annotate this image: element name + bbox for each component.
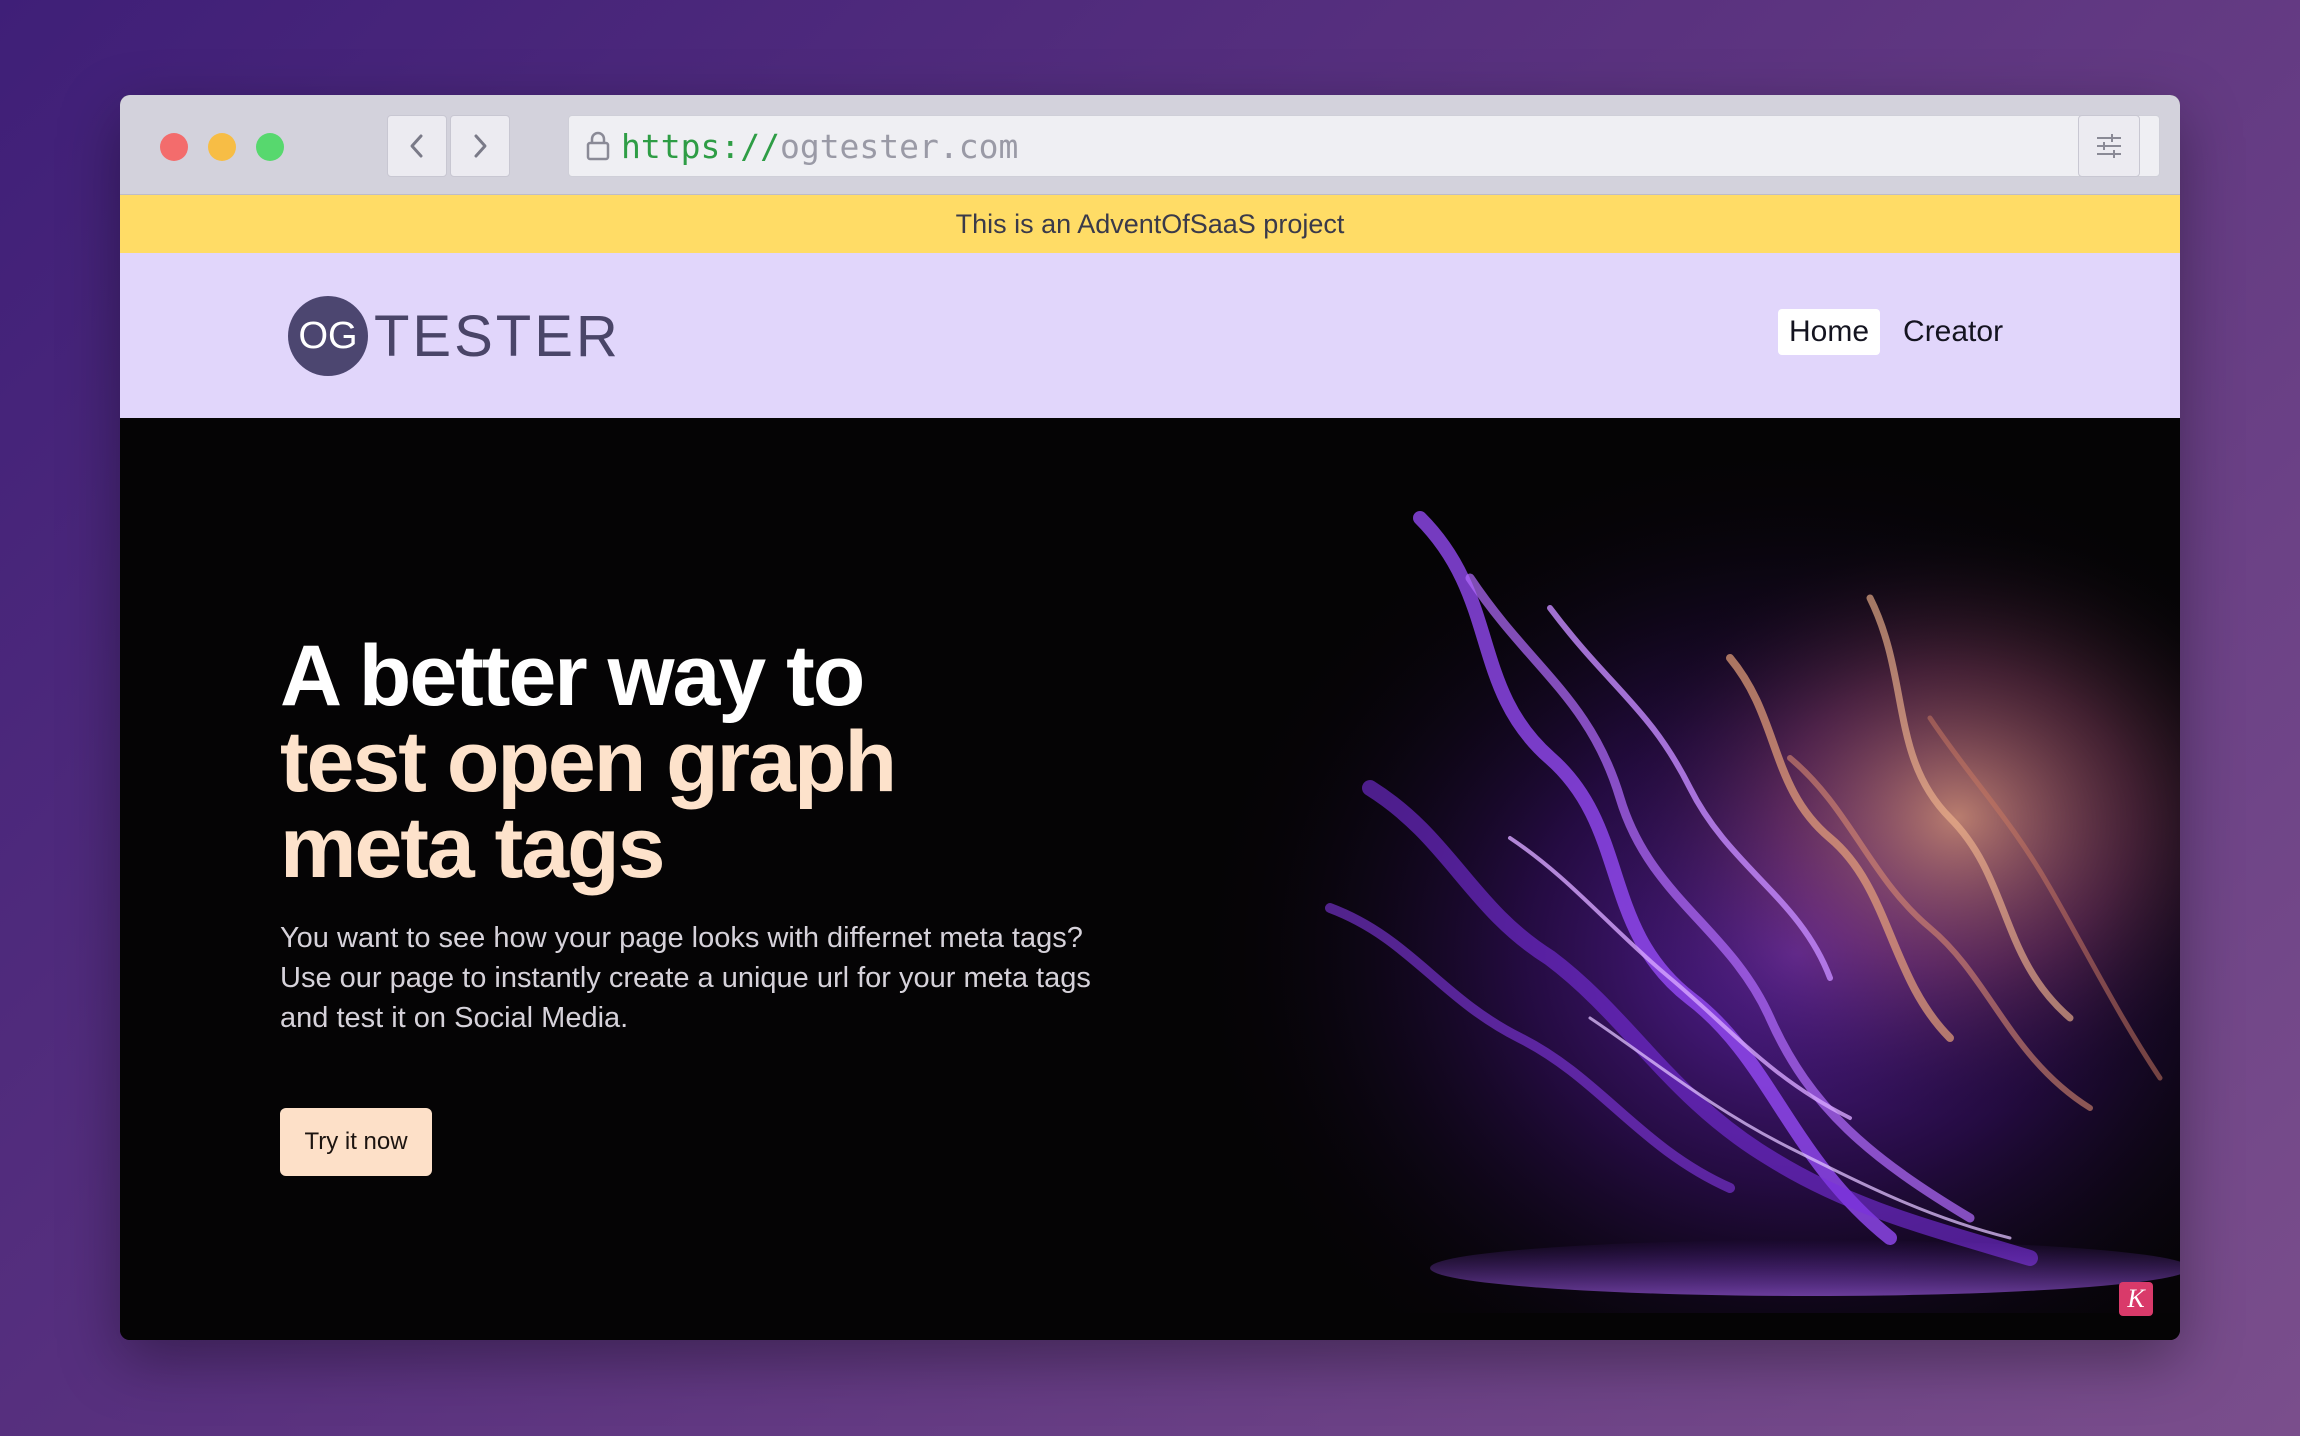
nav-item-home[interactable]: Home xyxy=(1778,309,1881,355)
url-host: ogtester.com xyxy=(779,126,1019,166)
hero-title-line-3: meta tags xyxy=(280,800,666,896)
hero-title-line-2: test open graph xyxy=(280,714,897,810)
logo-mark: OG xyxy=(288,296,368,376)
settings-button[interactable] xyxy=(2078,115,2140,177)
maximize-window-button[interactable] xyxy=(256,133,284,161)
forward-button[interactable] xyxy=(450,115,510,177)
hero-section: A better way to test open graph meta tag… xyxy=(120,418,2180,1340)
announcement-banner: This is an AdventOfSaaS project xyxy=(120,195,2180,253)
url-protocol: https:// xyxy=(621,126,780,166)
hero-title: A better way to test open graph meta tag… xyxy=(280,633,1180,891)
back-button[interactable] xyxy=(387,115,447,177)
chevron-left-icon xyxy=(410,134,423,158)
sliders-icon xyxy=(2097,134,2121,158)
minimize-window-button[interactable] xyxy=(208,133,236,161)
hero-title-line-1: A better way to xyxy=(280,628,865,724)
nav-item-creator[interactable]: Creator xyxy=(1892,309,2014,355)
banner-text: This is an AdventOfSaaS project xyxy=(955,208,1345,239)
hero-description-line-1: You want to see how your page looks with… xyxy=(280,922,1083,954)
close-window-button[interactable] xyxy=(160,133,188,161)
browser-toolbar: https:// ogtester.com xyxy=(120,95,2180,195)
logo-text: TESTER xyxy=(374,303,621,369)
chevron-right-icon xyxy=(474,134,487,158)
try-it-now-button[interactable]: Try it now xyxy=(280,1108,432,1176)
browser-window: https:// ogtester.com This is an AdventO… xyxy=(120,95,2180,1340)
site-header: OG TESTER Home Creator xyxy=(120,253,2180,418)
k-badge-icon[interactable]: K xyxy=(2119,1282,2153,1316)
purple-flame-illustration xyxy=(1170,458,2180,1313)
hero-description: You want to see how your page looks with… xyxy=(280,918,1160,1038)
lock-icon xyxy=(585,130,611,162)
site-logo[interactable]: OG TESTER xyxy=(288,296,621,376)
hero-description-line-2: Use our page to instantly create a uniqu… xyxy=(280,962,1091,994)
hero-description-line-3: and test it on Social Media. xyxy=(280,1002,629,1034)
main-nav: Home Creator xyxy=(1778,309,2014,355)
address-bar[interactable]: https:// ogtester.com xyxy=(568,115,2160,177)
